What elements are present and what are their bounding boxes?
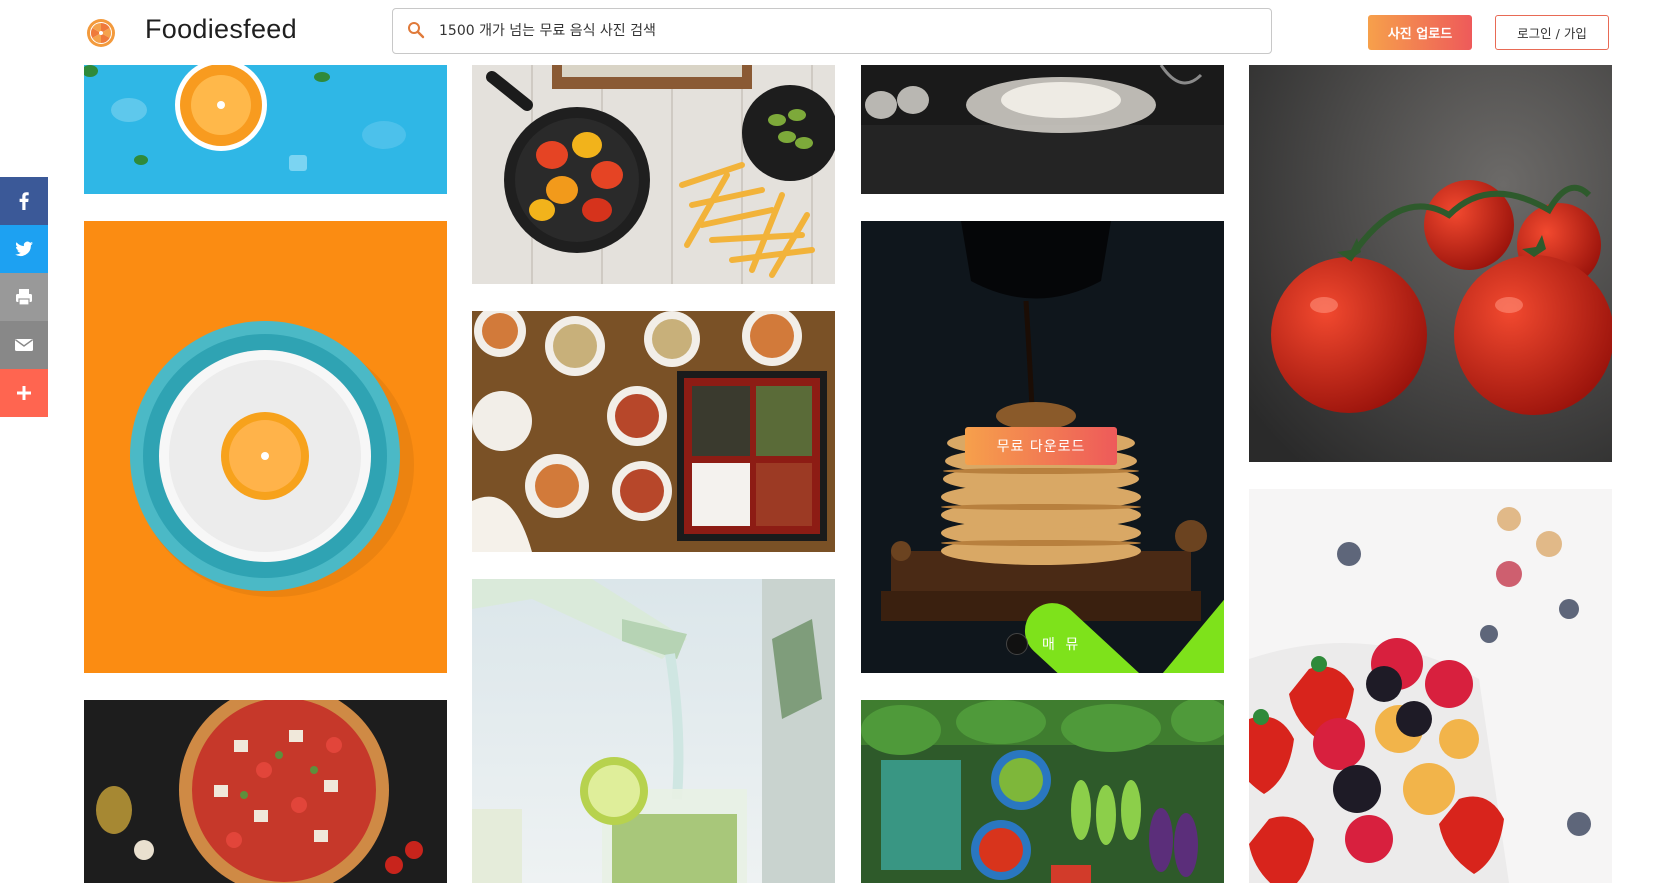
search-input[interactable] [439, 9, 1239, 53]
photo-berries[interactable] [1249, 489, 1612, 883]
photo-orange-bowl[interactable] [84, 221, 447, 673]
photo-tomatoes[interactable] [1249, 65, 1612, 462]
author-avatar [1006, 633, 1028, 655]
share-sidebar [0, 177, 48, 417]
photo-author[interactable]: 매 뮤 [1006, 633, 1081, 655]
photo-pizza[interactable] [84, 700, 447, 883]
email-icon [15, 339, 33, 351]
photo-berries-image [1249, 489, 1612, 883]
upload-photo-button[interactable]: 사진 업로드 [1368, 15, 1472, 50]
photo-korean-table-image [472, 311, 835, 552]
photo-orange-bowl-image [84, 221, 447, 673]
search-icon [408, 22, 425, 39]
more-share-button[interactable] [0, 369, 48, 417]
header: Foodiesfeed 사진 업로드 로그인 / 가입 [0, 0, 1669, 65]
photo-peppers-fries-image [472, 65, 835, 284]
login-signup-button[interactable]: 로그인 / 가입 [1495, 15, 1609, 50]
print-share-button[interactable] [0, 273, 48, 321]
facebook-icon [19, 192, 29, 210]
photo-pancakes[interactable]: 무료 다운로드 매 뮤 [861, 221, 1224, 673]
author-name: 매 뮤 [1042, 637, 1082, 653]
photo-orange-on-blue-image [84, 65, 447, 194]
search-box[interactable] [392, 8, 1272, 54]
photo-water-pouring-image [472, 579, 835, 883]
photo-flour-eggs[interactable] [861, 65, 1224, 194]
logo-icon[interactable] [86, 18, 116, 48]
facebook-share-button[interactable] [0, 177, 48, 225]
photo-vegetable-market[interactable] [861, 700, 1224, 883]
plus-icon [17, 386, 31, 400]
brand-name[interactable]: Foodiesfeed [145, 14, 297, 45]
photo-peppers-fries[interactable] [472, 65, 835, 284]
print-icon [16, 289, 32, 306]
twitter-share-button[interactable] [0, 225, 48, 273]
email-share-button[interactable] [0, 321, 48, 369]
photo-flour-eggs-image [861, 65, 1224, 194]
photo-orange-on-blue[interactable] [84, 65, 447, 194]
photo-tomatoes-image [1249, 65, 1612, 462]
photo-vegetable-market-image [861, 700, 1224, 883]
photo-water-pouring[interactable] [472, 579, 835, 883]
photo-korean-table[interactable] [472, 311, 835, 552]
photo-pizza-image [84, 700, 447, 883]
free-download-button[interactable]: 무료 다운로드 [965, 427, 1117, 465]
twitter-icon [15, 241, 33, 257]
